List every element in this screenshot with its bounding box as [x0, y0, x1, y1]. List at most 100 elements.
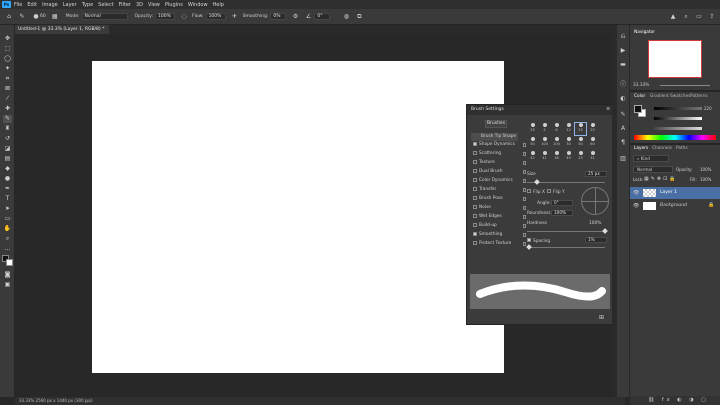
brush-option-dual-brush[interactable]: Dual Brush [473, 168, 526, 176]
color-slider-2[interactable] [654, 117, 702, 120]
angle-field[interactable]: 0° [551, 200, 573, 206]
blend-mode-select[interactable]: Normal [633, 166, 673, 173]
menu-layer[interactable]: Layer [63, 2, 77, 8]
angle-roundness-widget[interactable] [581, 187, 609, 215]
lock-icon[interactable] [523, 224, 526, 228]
brushes-button[interactable]: Brushes [485, 120, 507, 128]
lock-icon[interactable] [523, 161, 526, 165]
brush-settings-title[interactable]: Brush Settings ≡ [467, 105, 613, 115]
lock-icon[interactable] [523, 188, 526, 192]
shape-tool-icon[interactable]: ▭ [3, 215, 12, 223]
brush-icon[interactable]: ✎ [18, 13, 26, 21]
eraser-tool-icon[interactable]: ◪ [3, 145, 12, 153]
spacing-slider-handle[interactable] [526, 244, 532, 250]
brush-tip-preset[interactable]: 30 [563, 137, 574, 149]
lock-icon[interactable] [523, 197, 526, 201]
checkbox[interactable] [473, 204, 477, 209]
eyedropper-tool-icon[interactable]: ⁄ [3, 95, 12, 103]
menu-help[interactable]: Help [213, 2, 224, 8]
brush-tip-preset[interactable]: 12 [563, 123, 574, 135]
airbrush-icon[interactable]: ✈ [231, 13, 239, 21]
lock-icon[interactable] [523, 242, 526, 246]
checkbox[interactable] [473, 150, 477, 155]
checkbox[interactable] [473, 141, 477, 146]
brush-option-noise[interactable]: Noise [473, 204, 526, 212]
hardness-slider[interactable] [527, 231, 605, 232]
brush-tip-preset[interactable]: 100 [551, 137, 562, 149]
blur-tool-icon[interactable]: ◆ [3, 165, 12, 173]
spacing-slider[interactable] [527, 247, 605, 248]
brush-tip-preset[interactable]: 4 [539, 123, 550, 135]
screen-mode-icon[interactable]: ▣ [3, 281, 12, 289]
menu-select[interactable]: Select [98, 2, 113, 8]
checkbox[interactable] [473, 159, 477, 164]
document-canvas[interactable] [92, 61, 504, 373]
brush-tip-preset[interactable]: 25 [527, 123, 538, 135]
navigator-thumbnail[interactable] [648, 40, 702, 78]
lock-icon[interactable] [523, 215, 526, 219]
path-select-tool-icon[interactable]: ➤ [3, 205, 12, 213]
layer-opacity-field[interactable]: 100% [700, 167, 711, 172]
lock-icon[interactable] [523, 206, 526, 210]
brush-tip-preset[interactable]: 49 [563, 151, 574, 163]
brush-option-wet-edges[interactable]: Wet Edges [473, 213, 526, 221]
flow-field[interactable]: 100% [205, 13, 226, 20]
size-slider-handle[interactable] [534, 179, 540, 185]
size-field[interactable]: 25 px [585, 171, 607, 177]
brush-option-shape-dynamics[interactable]: Shape Dynamics [473, 141, 526, 149]
brush-tip-preset[interactable]: 25 [587, 123, 598, 135]
quick-select-tool-icon[interactable]: ✦ [3, 65, 12, 73]
roundness-field[interactable]: 100% [551, 210, 573, 216]
visibility-eye-icon[interactable]: 👁 [633, 203, 639, 209]
history-brush-tool-icon[interactable]: ↺ [3, 135, 12, 143]
color-foreground-swatch[interactable] [634, 105, 642, 113]
spacing-field[interactable]: 1% [585, 237, 607, 243]
brush-tip-preset[interactable]: 25 [574, 122, 587, 136]
lock-icons[interactable]: ▦✎✥⊡🔒 [644, 176, 678, 182]
workspace-icon[interactable]: ▭ [695, 13, 703, 21]
layer-row-background[interactable]: 👁 Background 🔒 [630, 200, 720, 212]
checkbox[interactable] [473, 195, 477, 200]
checkbox[interactable] [473, 240, 477, 245]
color-value-1[interactable]: 220 [704, 106, 712, 111]
lock-icon[interactable] [523, 170, 526, 174]
brush-tip-preset[interactable]: 42 [527, 151, 538, 163]
healing-tool-icon[interactable]: ✚ [3, 105, 12, 113]
lock-icon[interactable] [523, 179, 526, 183]
actions-panel-icon[interactable]: ▶ [619, 47, 627, 55]
brush-tip-shape-item[interactable]: Brush Tip Shape [471, 133, 518, 141]
brush-option-color-dynamics[interactable]: Color Dynamics [473, 177, 526, 185]
photoshop-logo[interactable]: Ps [2, 1, 11, 8]
crop-tool-icon[interactable]: ⌗ [3, 75, 12, 83]
fill-field[interactable]: 100% [700, 177, 711, 182]
mode-select[interactable]: Normal [81, 13, 128, 20]
brush-tip-preset[interactable]: 50 [575, 137, 586, 149]
checkbox[interactable] [473, 222, 477, 227]
brush-tip-preset[interactable]: 50 [527, 137, 538, 149]
create-new-brush-icon[interactable]: ⊞ [599, 314, 604, 321]
hand-tool-icon[interactable]: ✋ [3, 225, 12, 233]
checkbox[interactable] [473, 177, 477, 182]
libraries-panel-icon[interactable]: ▥ [619, 155, 627, 163]
brush-tip-preset[interactable]: 36 [551, 151, 562, 163]
smoothing-field[interactable]: 0% [270, 13, 287, 20]
gradient-tab[interactable]: Gradient [650, 94, 669, 99]
menu-image[interactable]: Image [42, 2, 58, 8]
brush-option-texture[interactable]: Texture [473, 159, 526, 167]
checkbox[interactable] [473, 168, 477, 173]
brush-tip-preset[interactable]: 31 [587, 151, 598, 163]
swatches-tab[interactable]: Swatches [670, 94, 691, 99]
quick-mask-icon[interactable]: ◙ [3, 271, 12, 279]
pen-tool-icon[interactable]: ✒ [3, 185, 12, 193]
paragraph-panel-icon[interactable]: ¶ [619, 139, 627, 147]
comments-panel-icon[interactable]: ▬ [619, 61, 627, 69]
info-panel-icon[interactable]: ⓘ [619, 81, 627, 89]
brush-tip-preset[interactable]: 100 [539, 137, 550, 149]
layer-filter-select[interactable]: ⌕ Kind [633, 155, 669, 162]
brush-preset-picker[interactable]: ● [32, 13, 40, 21]
layers-footer-icons[interactable]: ⛓ fx ◐ ◑ ▢ ⊞ 🗑 [630, 396, 720, 405]
brush-option-transfer[interactable]: Transfer [473, 186, 526, 194]
layers-tab[interactable]: Layers [634, 146, 648, 151]
dodge-tool-icon[interactable]: ● [3, 175, 12, 183]
zoom-tool-icon[interactable]: ⌕ [3, 235, 12, 243]
